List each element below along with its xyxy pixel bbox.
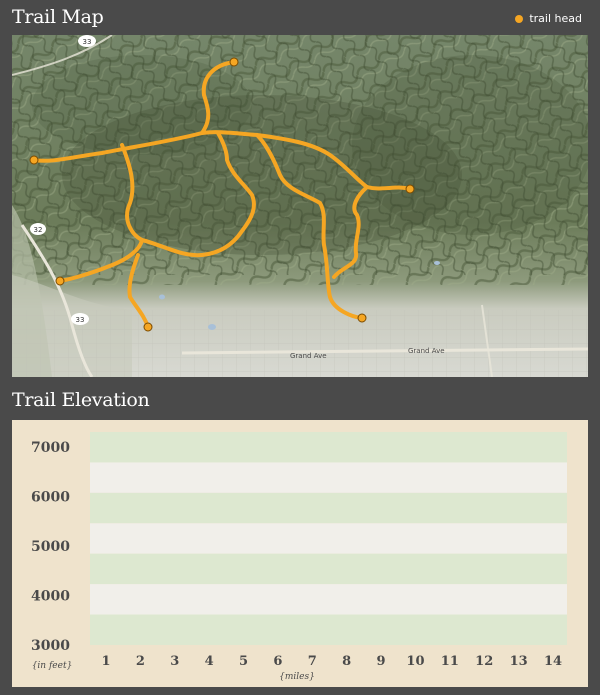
x-tick-label: 7 — [308, 654, 317, 669]
map-legend: trail head — [515, 12, 582, 25]
trail-head-marker[interactable] — [229, 57, 239, 67]
grid-band — [90, 584, 567, 615]
y-tick-label: 5000 — [31, 539, 70, 555]
pond-2 — [159, 294, 165, 300]
mountain-shade-3 — [32, 55, 252, 155]
x-axis-unit-label: {miles} — [279, 672, 315, 682]
town-grid — [12, 310, 588, 377]
grid-band — [90, 614, 567, 645]
trail-head-legend-marker — [515, 14, 524, 23]
x-tick-label: 9 — [377, 654, 386, 669]
grid-band — [90, 523, 567, 554]
elevation-title: Trail Elevation — [12, 389, 150, 411]
x-tick-label: 5 — [239, 654, 248, 669]
map-title: Trail Map — [12, 6, 104, 28]
trail-head-marker[interactable] — [143, 322, 153, 332]
y-axis-unit-label: {in feet} — [32, 661, 73, 671]
route-shield-33-north: 33 — [78, 35, 96, 47]
y-tick-label: 6000 — [31, 490, 70, 506]
grid-band — [90, 462, 567, 493]
svg-text:32: 32 — [34, 226, 43, 234]
trail-head-marker[interactable] — [405, 184, 415, 194]
legend-label: trail head — [529, 12, 582, 25]
trail-map[interactable]: 33 33 32 Grand Ave Grand Ave — [12, 35, 588, 377]
x-tick-label: 2 — [136, 654, 145, 669]
x-tick-label: 4 — [205, 654, 214, 669]
trail-head-marker[interactable] — [55, 276, 65, 286]
grid-band — [90, 432, 567, 463]
pond-1 — [208, 324, 216, 330]
trail-head-marker[interactable] — [29, 155, 39, 165]
svg-text:33: 33 — [83, 38, 92, 46]
route-shield-33-south: 33 — [71, 313, 89, 325]
x-tick-label: 13 — [510, 654, 528, 669]
x-tick-label: 8 — [342, 654, 351, 669]
trail-head-marker[interactable] — [357, 313, 367, 323]
x-tick-label: 10 — [406, 654, 424, 669]
y-tick-label: 3000 — [31, 638, 70, 654]
pond-3 — [434, 261, 440, 265]
route-shield-32: 32 — [30, 223, 46, 235]
x-tick-label: 11 — [441, 654, 459, 669]
grid-band — [90, 553, 567, 585]
road-label-grand-ave-2: Grand Ave — [408, 347, 445, 355]
x-tick-label: 3 — [170, 654, 179, 669]
x-tick-label: 6 — [273, 654, 282, 669]
x-tick-label: 12 — [475, 654, 493, 669]
y-tick-label: 7000 — [31, 440, 70, 456]
x-tick-label: 1 — [101, 654, 110, 669]
x-tick-label: 14 — [544, 654, 562, 669]
elevation-chart: 7000 6000 5000 4000 3000 1 2 3 4 5 6 7 8 9 10 11 12 13 14{… — [12, 420, 588, 687]
mountain-shade-2 — [352, 55, 588, 235]
road-label-grand-ave-1: Grand Ave — [290, 352, 327, 360]
svg-text:33: 33 — [76, 316, 85, 324]
y-tick-label: 4000 — [31, 589, 70, 605]
elevation-chart-svg: 700060005000400030001 2 3 4 5 6 7 8 9 10 11 12 13 14{… — [31, 432, 567, 682]
grid-band — [90, 492, 567, 524]
